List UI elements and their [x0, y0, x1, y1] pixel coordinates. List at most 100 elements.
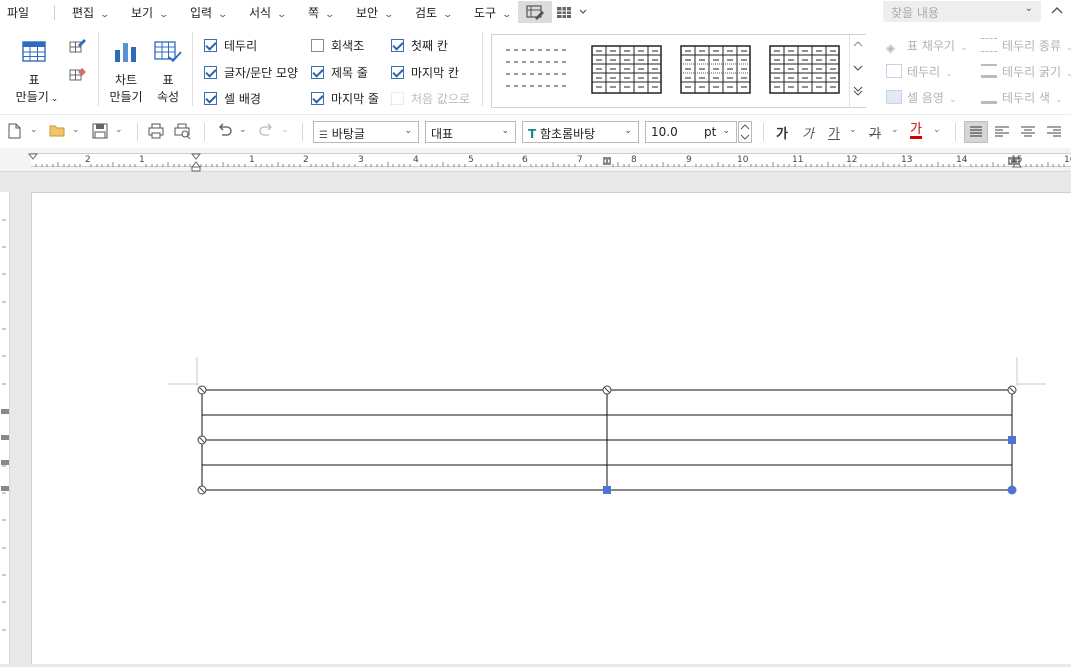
chevron-down-icon[interactable]: ⌄	[115, 125, 123, 135]
menu-edit[interactable]: 편집 ⌄	[72, 4, 110, 21]
checkbox-last-row[interactable]: 마지막 줄	[311, 90, 379, 107]
horizontal-ruler[interactable]: 2 1 1 2 3 4 5 6 7 8 9 10 11 12 13 14 15 …	[0, 148, 1071, 172]
table-style-grid-3[interactable]	[769, 45, 840, 94]
chevron-down-icon[interactable]: ⌄	[30, 125, 38, 135]
tab-table-design[interactable]	[518, 1, 552, 23]
column-marker[interactable]	[603, 157, 611, 165]
menu-review[interactable]: 검토 ⌄	[415, 4, 453, 21]
table-style-grid-1[interactable]	[591, 45, 662, 94]
border-color-button[interactable]: 테두리 색 ⌄	[981, 89, 1063, 106]
chevron-down-icon[interactable]: ⌄	[72, 125, 80, 135]
chevron-down-icon[interactable]: ⌄	[933, 125, 941, 135]
gallery-scroll-down[interactable]	[850, 59, 866, 83]
align-left-button[interactable]	[992, 122, 1012, 145]
border-width-icon	[981, 64, 997, 78]
paragraph-style-select[interactable]: ☰ 바탕글 ⌄	[313, 121, 419, 143]
tab-table-layout[interactable]	[552, 1, 587, 23]
strikethrough-button[interactable]: 가	[869, 123, 881, 142]
ruler-number: 2	[85, 155, 91, 165]
redo-button[interactable]	[258, 123, 274, 143]
collapse-ribbon-button[interactable]	[1050, 3, 1064, 20]
chevron-down-icon: ⌄	[501, 10, 513, 20]
table-make-button[interactable]: 표 만들기 ⌄	[12, 38, 60, 104]
menu-tools[interactable]: 도구 ⌄	[474, 4, 513, 21]
table-style-dashed[interactable]	[506, 49, 568, 87]
print-preview-icon	[174, 123, 191, 140]
table-style-grid-2[interactable]	[680, 45, 751, 94]
chevron-down-icon: ⌄	[276, 10, 288, 20]
font-select[interactable]: T 함초롬바탕 ⌄	[522, 121, 639, 143]
chevron-down-icon	[853, 65, 863, 71]
menu-bar: 파일 편집 ⌄ 보기 ⌄ 입력 ⌄ 서식 ⌄ 쪽 ⌄ 보안 ⌄ 검토 ⌄ 도구 ⌄ 찾을 내용 …	[0, 0, 1071, 24]
checkbox-border[interactable]: 테두리	[204, 37, 257, 54]
print-button[interactable]	[148, 123, 164, 143]
gallery-scroll-up[interactable]	[850, 35, 866, 59]
print-icon	[148, 123, 164, 139]
table-draw-button[interactable]	[68, 36, 88, 56]
print-preview-button[interactable]	[174, 123, 192, 143]
ruler-number: 10	[737, 155, 749, 165]
checkbox-last-col[interactable]: 마지막 칸	[391, 64, 459, 81]
font-size-stepper[interactable]	[738, 121, 752, 143]
align-center-button[interactable]	[1018, 122, 1038, 145]
checkbox-first-col[interactable]: 첫째 칸	[391, 37, 448, 54]
open-file-button[interactable]	[49, 123, 67, 143]
align-right-button[interactable]	[1044, 122, 1064, 145]
vertical-ruler[interactable]	[0, 192, 10, 664]
menu-page[interactable]: 쪽 ⌄	[308, 4, 336, 21]
save-button[interactable]	[92, 123, 108, 143]
border-width-button[interactable]: 테두리 굵기 ⌄	[981, 63, 1071, 80]
font-size-input[interactable]: 10.0 pt ⌄	[645, 121, 737, 143]
checkbox-char-para[interactable]: 글자/문단 모양	[204, 64, 298, 81]
reset-default-button[interactable]: 처음 값으로	[391, 90, 470, 107]
new-document-icon	[8, 123, 21, 139]
ruler-number: 6	[522, 155, 528, 165]
menu-file[interactable]: 파일	[7, 4, 29, 21]
eraser-table-icon	[69, 68, 86, 81]
table-fill-button[interactable]: ◈ 표 채우기 ⌄	[886, 37, 968, 55]
italic-button[interactable]: 가	[802, 123, 814, 142]
border-button[interactable]: 테두리 ⌄	[886, 63, 953, 80]
menu-insert[interactable]: 입력 ⌄	[190, 4, 228, 21]
menu-view[interactable]: 보기 ⌄	[131, 4, 169, 21]
chevron-down-icon[interactable]: ⌄	[891, 125, 899, 135]
chevron-down-icon: ⌄	[324, 10, 336, 20]
undo-icon	[219, 123, 232, 136]
ribbon-separator	[98, 32, 99, 106]
gallery-expand[interactable]	[850, 83, 866, 107]
chevron-down-icon[interactable]: ⌄	[849, 125, 857, 135]
checkbox-grayscale[interactable]: 회색조	[311, 37, 364, 54]
chevron-up-icon	[853, 41, 863, 47]
chevron-down-icon[interactable]: ⌄	[281, 125, 289, 135]
underline-button[interactable]: 가	[828, 123, 840, 142]
chart-make-label-2: 만들기	[109, 90, 143, 104]
table-props-label-2: 속성	[156, 90, 180, 104]
bold-button[interactable]: 가	[776, 123, 788, 142]
style-icon: ☰	[319, 130, 328, 141]
new-document-button[interactable]	[7, 123, 21, 143]
ruler-number: 15	[1011, 155, 1023, 165]
font-color-button[interactable]: 가	[910, 123, 922, 139]
chevron-down-icon[interactable]: ⌄	[239, 125, 247, 135]
ruler-number: 8	[631, 155, 637, 165]
left-indent-marker[interactable]	[190, 153, 202, 172]
menu-format[interactable]: 서식 ⌄	[249, 4, 288, 21]
checkbox-cell-bg[interactable]: 셀 배경	[204, 90, 261, 107]
chart-make-button[interactable]: 차트 만들기	[104, 38, 148, 104]
align-justify-button[interactable]	[964, 121, 988, 143]
language-select[interactable]: 대표 ⌄	[425, 121, 516, 143]
search-input[interactable]: 찾을 내용 ⌄	[883, 1, 1041, 22]
cell-shade-button[interactable]: 셀 음영 ⌄	[886, 89, 956, 106]
undo-button[interactable]	[217, 123, 233, 143]
table-design-icon	[526, 5, 544, 20]
table-style-previews	[506, 45, 840, 94]
border-type-button[interactable]: 테두리 종류 ⌄	[981, 37, 1071, 54]
table-erase-button[interactable]	[68, 64, 88, 84]
align-right-icon	[1047, 126, 1061, 137]
left-margin-tab[interactable]	[27, 153, 39, 160]
document-page[interactable]	[31, 192, 1071, 664]
menu-security[interactable]: 보안 ⌄	[356, 4, 394, 21]
checkbox-title-row[interactable]: 제목 줄	[311, 64, 368, 81]
table-properties-button[interactable]: 표 속성	[150, 38, 186, 104]
ruler-number: 3	[358, 155, 364, 165]
